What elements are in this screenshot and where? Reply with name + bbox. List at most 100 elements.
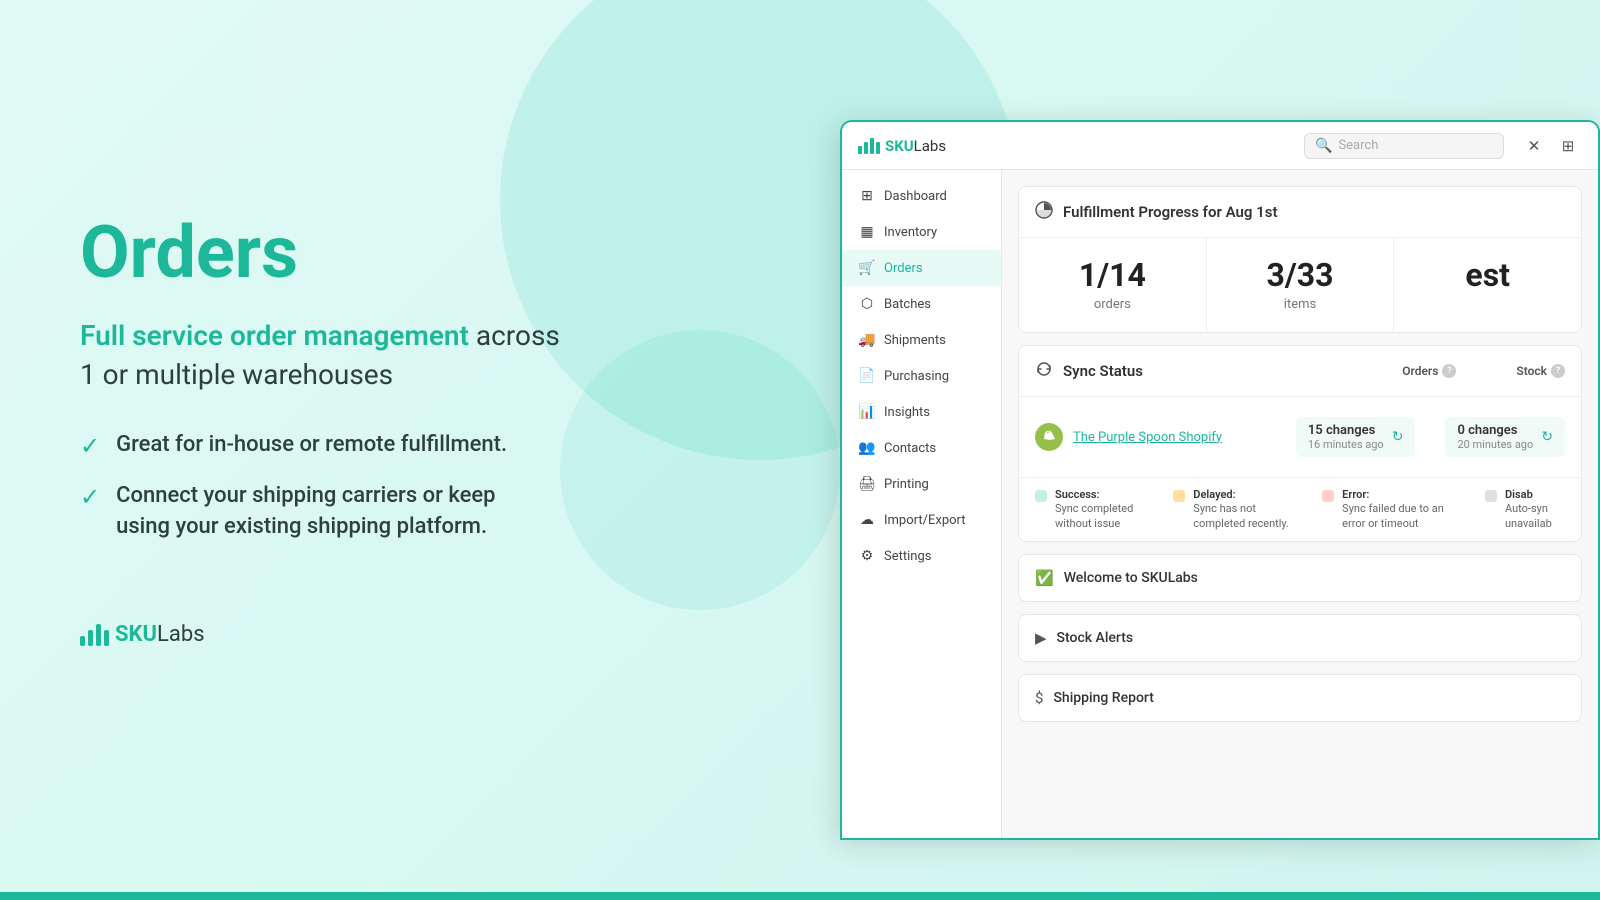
sync-legend: Success: Sync completed without issue De… [1019,477,1581,541]
legend-text-success: Success: Sync completed without issue [1055,488,1153,531]
bottom-logo: SKU Labs [80,622,600,647]
left-panel: Orders Full service order management acr… [80,0,600,900]
sidebar-label-contacts: Contacts [884,441,936,456]
sidebar-item-contacts[interactable]: 👥 Contacts [842,430,1001,466]
stock-changes-box: 0 changes 20 minutes ago ↻ [1445,417,1565,457]
welcome-icon: ✅ [1035,569,1054,587]
sidebar-item-batches[interactable]: ⬡ Batches [842,286,1001,322]
legend-success: Success: Sync completed without issue [1035,488,1153,531]
fulfillment-card: Fulfillment Progress for Aug 1st 1/14 or… [1018,186,1582,333]
page-subtitle: Full service order management across1 or… [80,316,600,394]
stock-alerts-card: ▶ Stock Alerts [1018,614,1582,662]
stock-alerts-title: Stock Alerts [1057,630,1134,646]
sidebar-label-batches: Batches [884,297,931,312]
sidebar-item-shipments[interactable]: 🚚 Shipments [842,322,1001,358]
sidebar-label-inventory: Inventory [884,225,937,240]
welcome-row[interactable]: ✅ Welcome to SKULabs [1019,555,1581,601]
topbar-sku-text: SKU [885,137,914,155]
logo-bar-1 [80,636,85,646]
sync-status-header: Sync Status Orders ? Stock ? [1019,346,1581,397]
orders-col-header: Orders ? [1402,364,1456,378]
logo-bar-4 [104,630,109,646]
stock-refresh-icon[interactable]: ↻ [1541,429,1553,445]
stat-est: est [1394,238,1581,332]
sidebar-label-printing: Printing [884,477,929,492]
sidebar-item-orders[interactable]: 🛒 Orders [842,250,1001,286]
legend-text-delayed: Delayed: Sync has not completed recently… [1193,488,1302,531]
logo-bar-2 [88,630,93,646]
logo-bar-3 [96,624,101,646]
settings-icon-button[interactable]: ⊞ [1554,132,1582,160]
check-icon-1: ✓ [80,432,100,460]
stock-help-icon[interactable]: ? [1551,364,1565,378]
sidebar: ⊞ Dashboard ▦ Inventory 🛒 Orders ⬡ Batch… [842,170,1002,838]
orders-refresh-icon[interactable]: ↻ [1392,429,1404,445]
clear-search-button[interactable]: ✕ [1520,132,1548,160]
fulfillment-header: Fulfillment Progress for Aug 1st [1019,187,1581,238]
sidebar-item-inventory[interactable]: ▦ Inventory [842,214,1001,250]
shipping-report-title: Shipping Report [1053,690,1153,706]
inventory-icon: ▦ [858,224,876,240]
stock-changes-count: 0 changes [1457,423,1533,438]
feature-text-2: Connect your shipping carriers or keepus… [116,481,495,543]
legend-dot-error [1322,490,1334,502]
orders-help-icon[interactable]: ? [1442,364,1456,378]
sync-store-link[interactable]: The Purple Spoon Shopify [1073,430,1222,445]
sidebar-item-insights[interactable]: 📊 Insights [842,394,1001,430]
sidebar-label-import-export: Import/Export [884,513,966,528]
sync-changes-group: 15 changes 16 minutes ago ↻ 0 changes 20… [1296,417,1565,457]
sidebar-item-printing[interactable]: 🖨 Printing [842,466,1001,502]
sidebar-item-import-export[interactable]: ☁ Import/Export [842,502,1001,538]
sidebar-item-dashboard[interactable]: ⊞ Dashboard [842,178,1001,214]
stat-orders-number: 1/14 [1043,258,1182,293]
stock-alerts-row[interactable]: ▶ Stock Alerts [1019,615,1581,661]
logo-labs-text: Labs [157,622,205,647]
sync-icon [1035,360,1053,382]
search-placeholder: Search [1338,138,1378,153]
sidebar-label-settings: Settings [884,549,931,564]
sidebar-label-dashboard: Dashboard [884,189,947,204]
fulfillment-title: Fulfillment Progress for Aug 1st [1063,203,1278,221]
orders-icon: 🛒 [858,260,876,276]
welcome-title: Welcome to SKULabs [1064,570,1198,586]
sync-store-row: The Purple Spoon Shopify 15 changes 16 m… [1035,409,1565,465]
printing-icon: 🖨 [858,476,876,492]
welcome-card: ✅ Welcome to SKULabs [1018,554,1582,602]
stat-items: 3/33 items [1207,238,1395,332]
orders-changes-time: 16 minutes ago [1308,438,1384,451]
decorative-circle-small [560,330,840,610]
dashboard-icon: ⊞ [858,188,876,204]
stock-changes-time: 20 minutes ago [1457,438,1533,451]
sidebar-label-insights: Insights [884,405,930,420]
shipments-icon: 🚚 [858,332,876,348]
fulfillment-icon [1035,201,1053,223]
sync-column-headers: Orders ? Stock ? [1402,364,1565,378]
search-bar[interactable]: 🔍 Search [1304,133,1504,159]
legend-dot-success [1035,490,1047,502]
topbar-logo: SKU Labs [858,137,946,155]
stats-row: 1/14 orders 3/33 items est [1019,238,1581,332]
shipping-report-icon: $ [1035,689,1043,707]
sidebar-item-purchasing[interactable]: 📄 Purchasing [842,358,1001,394]
settings-icon: ⚙ [858,548,876,564]
check-icon-2: ✓ [80,483,100,511]
topbar-logo-bars-icon [858,138,880,154]
feature-text-1: Great for in-house or remote fulfillment… [116,430,507,461]
subtitle-highlight: Full service order management [80,319,469,352]
search-icon: 🔍 [1315,138,1332,154]
stat-items-number: 3/33 [1231,258,1370,293]
page-title: Orders [80,213,600,292]
import-export-icon: ☁ [858,512,876,528]
topbar-labs-text: Labs [914,137,946,155]
shipping-report-row[interactable]: $ Shipping Report [1019,675,1581,721]
app-body: ⊞ Dashboard ▦ Inventory 🛒 Orders ⬡ Batch… [842,170,1598,838]
sidebar-label-orders: Orders [884,261,923,276]
sidebar-item-settings[interactable]: ⚙ Settings [842,538,1001,574]
browser-topbar: SKU Labs 🔍 Search ✕ ⊞ [842,122,1598,170]
legend-dot-delayed [1173,490,1185,502]
logo-sku-text: SKU [115,622,157,647]
purchasing-icon: 📄 [858,368,876,384]
feature-item-1: ✓ Great for in-house or remote fulfillme… [80,430,600,461]
shopify-icon [1035,423,1063,451]
sidebar-label-shipments: Shipments [884,333,946,348]
